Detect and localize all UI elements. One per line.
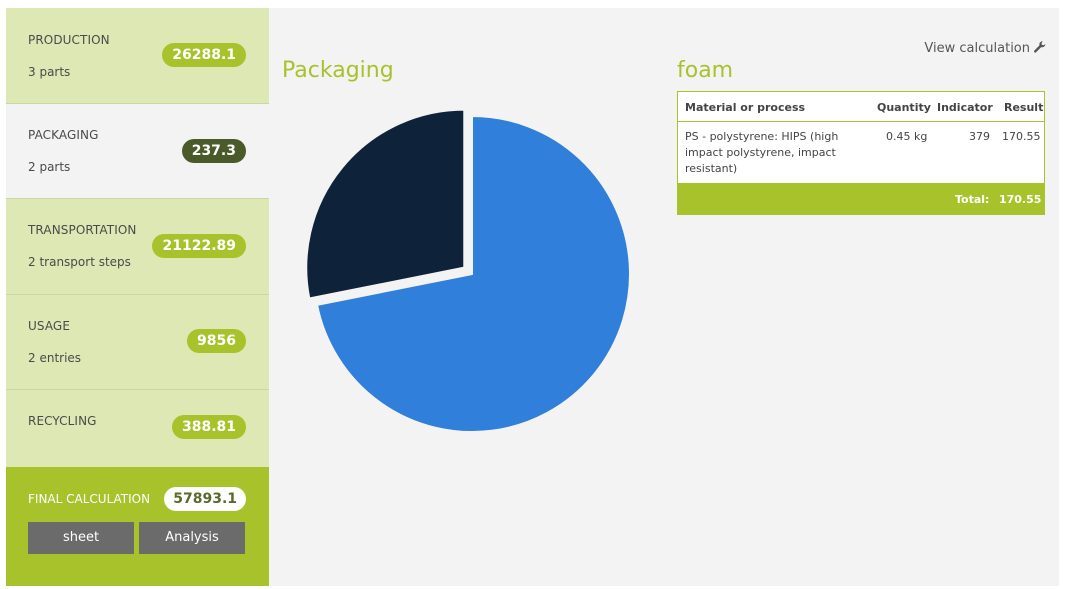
calculation-table: Material or process Quantity Indicator R… [677,91,1045,215]
table-total-row: Total: 170.55 [678,184,1044,214]
section-value-badge: 237.3 [181,139,246,163]
sidebar-item-recycling[interactable]: RECYCLING 388.81 [6,390,269,467]
header-result: Result [1004,101,1044,114]
view-calculation-label: View calculation [924,41,1030,56]
final-calculation-title: FINAL CALCULATION [28,492,151,506]
section-subtitle: 2 entries [28,351,82,365]
sidebar-item-usage[interactable]: USAGE 2 entries 9856 [6,295,269,390]
section-value-badge: 9856 [187,329,246,353]
section-title: RECYCLING [28,414,97,428]
row-result: 170.55 [1002,130,1041,143]
table-row: PS - polystyrene: HIPS (high impact poly… [678,122,1044,184]
detail-heading: foam [677,58,734,83]
total-label: Total: [955,193,990,206]
section-value-badge: 388.81 [171,415,246,439]
sidebar-item-packaging[interactable]: PACKAGING 2 parts 237.3 [6,104,269,199]
analysis-button[interactable]: Analysis [139,522,245,554]
sheet-button[interactable]: sheet [28,522,134,554]
final-calculation-panel: FINAL CALCULATION 57893.1 sheet Analysis [6,467,269,586]
final-calculation-value: 57893.1 [164,487,246,511]
header-indicator: Indicator [937,101,993,114]
section-subtitle: 2 parts [28,160,71,174]
section-title: USAGE [28,319,71,333]
main-panel: Packaging foam View calculation Material… [269,8,1059,586]
section-title: PACKAGING [28,128,99,142]
section-value-badge: 26288.1 [162,43,246,67]
section-heading: Packaging [282,58,394,83]
header-material: Material or process [685,101,806,114]
section-value-badge: 21122.89 [152,234,246,258]
wrench-icon [1034,41,1046,53]
view-calculation-link[interactable]: View calculation [924,40,1047,56]
header-quantity: Quantity [877,101,931,114]
section-title: TRANSPORTATION [28,223,137,237]
row-indicator: 379 [969,130,990,143]
row-material: PS - polystyrene: HIPS (high impact poly… [685,130,839,175]
sidebar-item-production[interactable]: PRODUCTION 3 parts 26288.1 [6,8,269,104]
section-subtitle: 3 parts [28,65,71,79]
table-header-row: Material or process Quantity Indicator R… [678,92,1044,122]
section-title: PRODUCTION [28,33,110,47]
pie-chart [305,108,631,433]
section-subtitle: 2 transport steps [28,255,131,269]
sidebar: PRODUCTION 3 parts 26288.1 PACKAGING 2 p… [6,8,269,586]
row-quantity: 0.45 kg [886,130,928,143]
total-value: 170.55 [999,193,1042,206]
app: PRODUCTION 3 parts 26288.1 PACKAGING 2 p… [0,0,1067,589]
pie-slice-1[interactable] [305,108,466,300]
sidebar-item-transportation[interactable]: TRANSPORTATION 2 transport steps 21122.8… [6,199,269,295]
